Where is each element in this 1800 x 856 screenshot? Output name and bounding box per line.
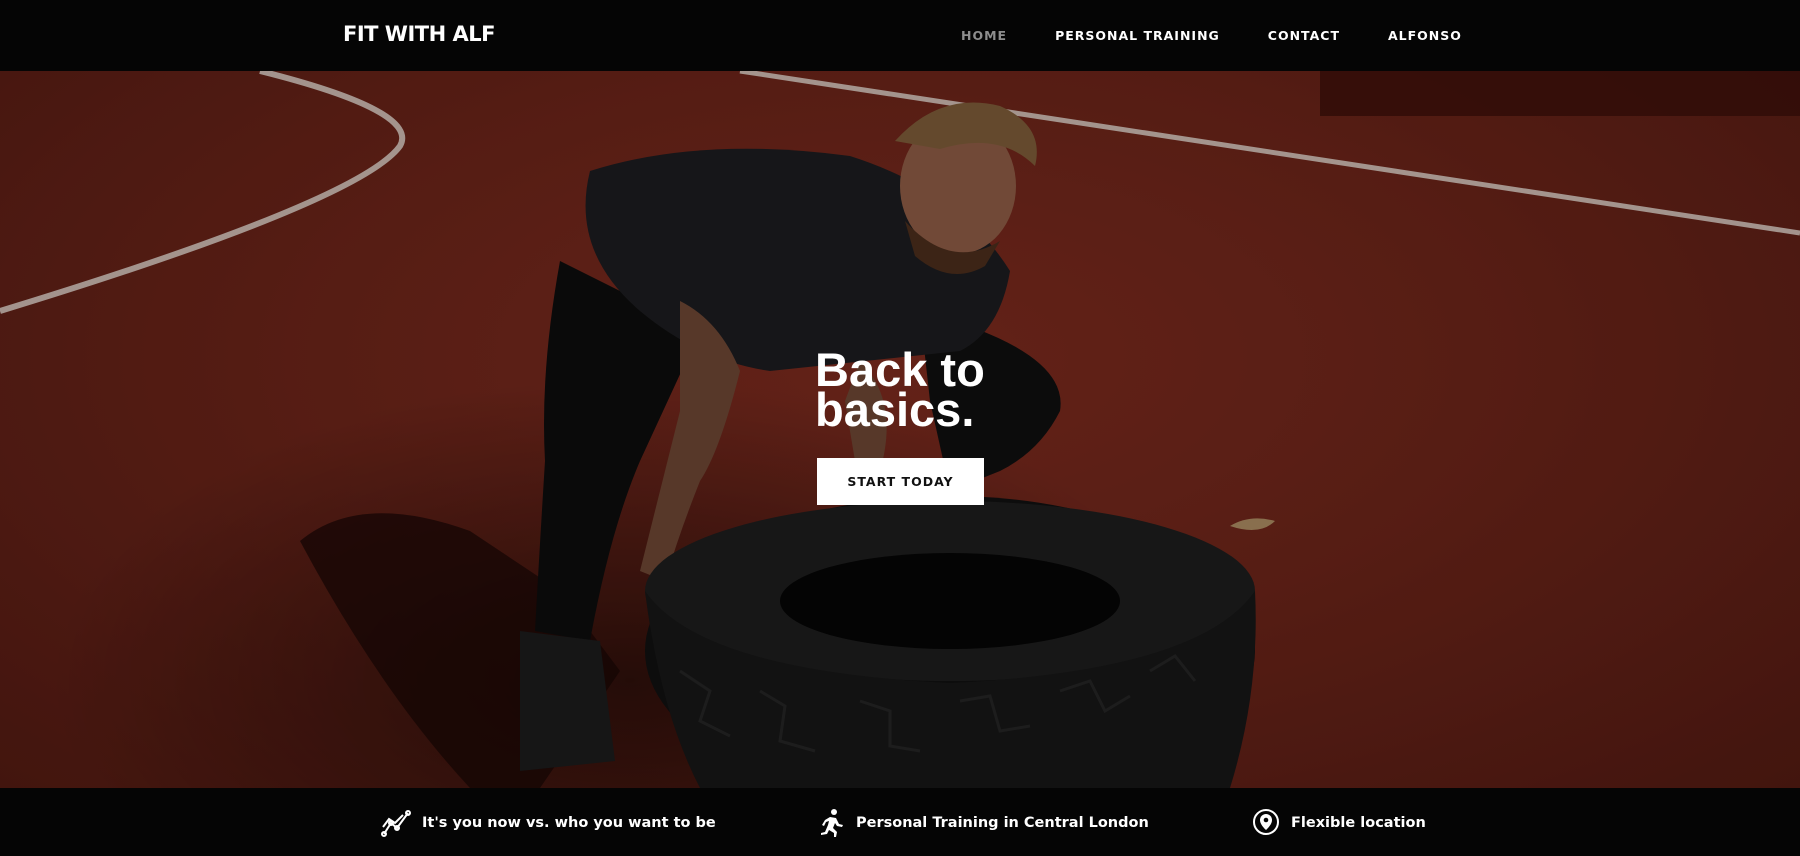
feature-item-progress: It's you now vs. who you want to be (381, 808, 716, 838)
nav-alfonso[interactable]: ALFONSO (1388, 28, 1462, 43)
features-bar: It's you now vs. who you want to be Pers… (0, 788, 1800, 856)
nav-personal-training[interactable]: PERSONAL TRAINING (1055, 28, 1220, 43)
brand-logo[interactable]: FIT WITH ALF (343, 22, 495, 46)
feature-text-location: Flexible location (1291, 815, 1426, 831)
main-nav: HOME PERSONAL TRAINING CONTACT ALFONSO (961, 28, 1510, 43)
nav-contact[interactable]: CONTACT (1268, 28, 1340, 43)
site-header: FIT WITH ALF HOME PERSONAL TRAINING CONT… (0, 0, 1800, 71)
hero-title-line2: basics. (815, 383, 975, 436)
feature-text-progress: It's you now vs. who you want to be (422, 815, 716, 831)
feature-text-training: Personal Training in Central London (856, 815, 1149, 831)
runner-icon (821, 809, 843, 837)
start-today-button[interactable]: START TODAY (817, 458, 984, 505)
feature-item-location: Flexible location (1250, 808, 1426, 838)
progress-chart-icon (381, 810, 411, 837)
nav-home[interactable]: HOME (961, 28, 1007, 43)
hero-title: Back to basics. (815, 346, 1035, 436)
location-pin-icon (1253, 809, 1279, 835)
hero-section: Back to basics. START TODAY (0, 71, 1800, 788)
feature-item-training: Personal Training in Central London (815, 808, 1149, 838)
